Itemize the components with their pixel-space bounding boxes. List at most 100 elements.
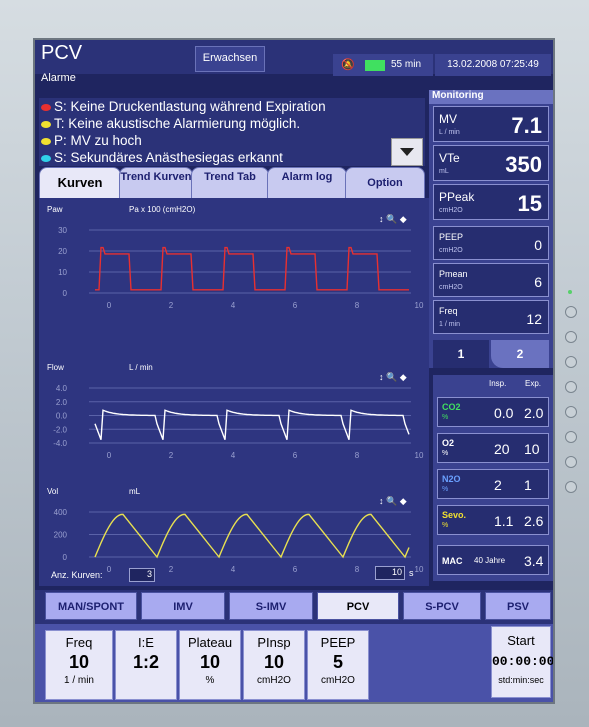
gas-unit: % [442,486,449,493]
mode-button-pcv[interactable]: PCV [317,592,399,620]
gas-panel: Insp. Exp. CO2% 0.0 2.0 O2% 20 10 N2O% 2 1 Sevo.%… [433,375,553,581]
param-ie-button[interactable]: I:E 1:2 [115,630,177,700]
vte-unit: mL [439,168,449,175]
graph-unit: Pa x 100 (cmH2O) [129,205,196,214]
curve-count-field[interactable]: 3 [129,568,155,582]
graph-label: Vol [47,487,58,496]
gas-exp-value: 2.0 [524,405,544,421]
graph-label: Paw [47,205,63,214]
ventilator-screen: PCV Erwachsen 🔕 55 min 13.02.2008 07:25:… [33,38,555,704]
gas-label: N2O [442,474,461,484]
waveform-panel: Paw Pa x 100 (cmH2O) ↕ 🔍 ◆ 30 20 10 0 0 2 4 6 8 10 Fl… [39,198,429,586]
tab-bar: Kurven Trend Kurven Trend Tab Alarm log … [39,167,427,199]
side-button-1[interactable] [565,306,577,318]
tab-kurven[interactable]: Kurven [39,167,121,199]
side-button-column [565,290,583,506]
zoom-controls-icon[interactable]: ↕ 🔍 ◆ [379,371,407,382]
mac-cell: MAC 40 Jahre 3.4 [437,545,549,575]
mode-button-imv[interactable]: IMV [141,592,225,620]
param-peep-unit: cmH2O [321,675,355,686]
ppeak-value: 15 [517,191,542,216]
mode-bar: MAN/SPONT IMV S-IMV PCV S-PCV PSV [35,590,553,624]
side-button-5[interactable] [565,406,577,418]
x-tick-label: 6 [293,565,298,574]
alarm-text: P: MV zu hoch [54,133,142,148]
freq-unit: 1 / min [439,321,461,328]
pmean-cell: Pmean cmH2O 6 [433,263,549,297]
battery-icon [365,60,385,71]
gas-insp-value: 0.0 [494,405,514,421]
mode-button-s-pcv[interactable]: S-PCV [403,592,481,620]
ppeak-unit: cmH2O [439,207,463,214]
top-bar: PCV Erwachsen 🔕 55 min 13.02.2008 07:25:… [35,40,553,76]
tab-trend-kurven[interactable]: Trend Kurven [119,167,193,199]
date-time: 13.02.2008 07:25:49 [435,54,551,76]
x-tick-label: 8 [355,451,360,460]
mode-button-s-imv[interactable]: S-IMV [229,592,313,620]
power-led [568,290,572,294]
x-tick-label: 10 [415,301,424,310]
side-button-2[interactable] [565,331,577,343]
side-button-8[interactable] [565,481,577,493]
tab-trend-tab[interactable]: Trend Tab [191,167,269,199]
graph-unit: mL [129,487,141,496]
x-tick-label: 4 [231,451,236,460]
x-tick-label: 8 [355,565,360,574]
mv-cell: MV L / min 7.1 [433,106,549,142]
time-scale-field[interactable]: 10 [375,566,405,580]
mode-button-man-spont[interactable]: MAN/SPONT [45,592,137,620]
alarm-list[interactable]: S: Keine Druckentlastung während Expirat… [39,98,425,166]
mac-label: MAC [442,556,463,566]
y-tick-label: 200 [54,531,68,540]
mv-unit: L / min [439,129,460,136]
tab-alarm-log[interactable]: Alarm log [267,167,347,199]
param-freq-button[interactable]: Freq 10 1 / min [45,630,113,700]
gas-unit: % [442,450,449,457]
alarm-text: T: Keine akustische Alarmierung möglich. [54,116,301,131]
x-tick-label: 6 [293,301,298,310]
waveform-svg: Paw Pa x 100 (cmH2O)↕ 🔍 ◆30201000 2 4 6 8 10Fl… [47,205,424,574]
alarm-dot-icon [41,120,51,128]
param-freq-label: Freq [65,635,93,650]
zoom-controls-icon[interactable]: ↕ 🔍 ◆ [379,495,407,506]
monitoring-panel: Monitoring MV L / min 7.1 VTe mL 350 PPe… [429,90,553,368]
gas-row: Sevo.% 1.1 2.6 [437,505,549,535]
param-peep-button[interactable]: PEEP 5 cmH2O [307,630,369,700]
mode-button-psv[interactable]: PSV [485,592,551,620]
x-tick-label: 0 [107,565,112,574]
gas-label: Sevo. [442,510,467,520]
pmean-unit: cmH2O [439,284,463,291]
param-ie-value: 1:2 [132,652,159,672]
param-plateau-button[interactable]: Plateau 10 % [179,630,241,700]
x-tick-label: 0 [107,301,112,310]
side-button-3[interactable] [565,356,577,368]
start-timer-button[interactable]: Start 00:00:00 std:min:sec [491,626,553,698]
tab-option[interactable]: Option [345,167,425,199]
zoom-controls-icon[interactable]: ↕ 🔍 ◆ [379,213,407,224]
peep-value: 0 [534,237,542,253]
y-tick-label: 4.0 [56,384,68,393]
y-tick-label: 400 [54,508,68,517]
param-pinsp-button[interactable]: PInsp 10 cmH2O [243,630,305,700]
side-button-4[interactable] [565,381,577,393]
y-tick-label: 0 [63,289,68,298]
monitoring-page-1-tab[interactable]: 1 [433,340,489,368]
ppeak-cell: PPeak cmH2O 15 [433,184,549,220]
alarm-item: P: MV zu hoch [39,132,425,149]
waveform-trace [94,513,410,559]
mute-icon: 🔕 [341,59,355,71]
vte-label: VTe [439,151,460,165]
mode-title: PCV [41,42,83,64]
x-tick-label: 2 [169,451,174,460]
gas-row: CO2% 0.0 2.0 [437,397,549,427]
gas-label: O2 [442,438,455,448]
x-tick-label: 8 [355,301,360,310]
patient-type-button[interactable]: Erwachsen [195,46,265,72]
side-button-6[interactable] [565,431,577,443]
x-tick-label: 10 [415,451,424,460]
side-button-7[interactable] [565,456,577,468]
gas-insp-value: 20 [494,441,510,457]
x-tick-label: 4 [231,301,236,310]
monitoring-page-2-tab[interactable]: 2 [491,340,549,368]
alarm-dropdown-button[interactable] [391,138,423,166]
